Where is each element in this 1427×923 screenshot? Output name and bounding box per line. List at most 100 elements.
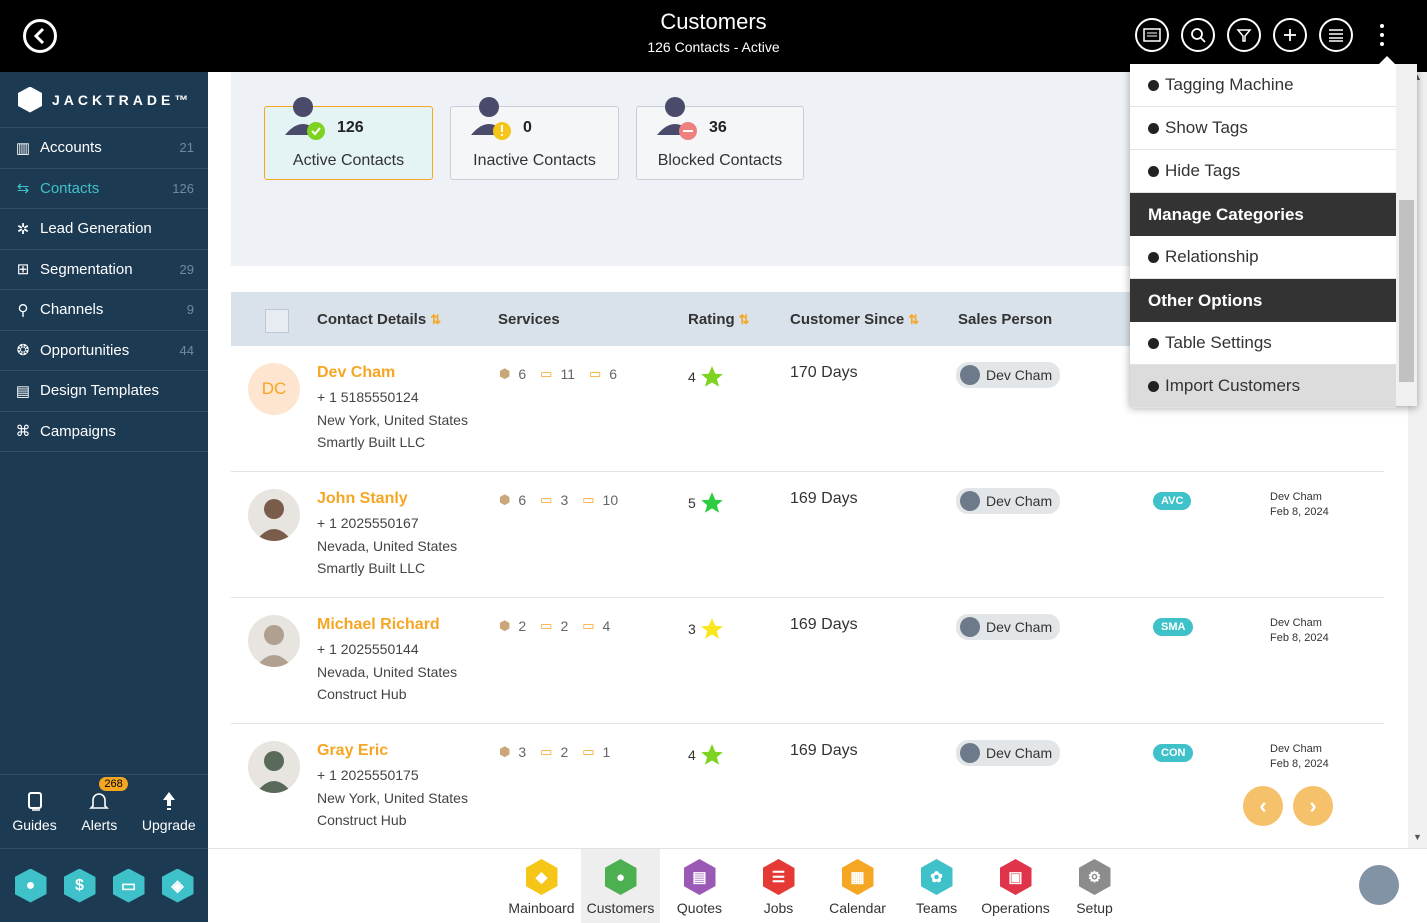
menu-item-relationship[interactable]: Relationship xyxy=(1130,236,1396,279)
menu-item-hide-tags[interactable]: Hide Tags xyxy=(1130,150,1396,193)
person-warning-icon xyxy=(471,97,511,140)
person-blocked-icon xyxy=(657,97,697,140)
setup-icon: ⚙ xyxy=(1078,859,1111,895)
bottom-nav-quotes[interactable]: ▤ Quotes xyxy=(660,849,739,923)
search-icon[interactable] xyxy=(1181,18,1215,52)
invoice-count: 4 xyxy=(602,618,611,634)
sidebar-item-lead-generation[interactable]: ✲ Lead Generation xyxy=(0,209,208,250)
active-contacts-card[interactable]: 126 Active Contacts xyxy=(264,97,433,180)
templates-icon: ▤ xyxy=(15,382,31,400)
back-button[interactable] xyxy=(23,19,57,53)
header-customer-since[interactable]: Customer Since ⇅ xyxy=(790,311,919,328)
list-icon[interactable] xyxy=(1319,18,1353,52)
menu-item-tagging-machine[interactable]: Tagging Machine xyxy=(1130,64,1396,107)
add-icon[interactable] xyxy=(1273,18,1307,52)
menu-item-label: Table Settings xyxy=(1165,333,1272,352)
dollar-icon[interactable]: $ xyxy=(63,868,96,903)
bottom-nav-teams[interactable]: ✿ Teams xyxy=(897,849,976,923)
sidebar-item-channels[interactable]: ⚲ Channels 9 xyxy=(0,290,208,331)
alerts-button[interactable]: 268 Alerts xyxy=(81,776,128,833)
menu-section-other-options: Other Options xyxy=(1130,279,1396,322)
sales-person-chip[interactable]: Dev Cham xyxy=(956,740,1061,766)
header-rating[interactable]: Rating ⇅ xyxy=(688,311,750,328)
calendar-icon: ▦ xyxy=(841,859,874,895)
contact-name[interactable]: Dev Cham xyxy=(317,364,395,382)
bottom-nav-label: Setup xyxy=(1076,900,1113,916)
contact-name[interactable]: Michael Richard xyxy=(317,616,440,634)
table-row[interactable]: Michael Richard + 1 2025550144 Nevada, U… xyxy=(231,598,1384,724)
sidebar-item-campaigns[interactable]: ⌘ Campaigns xyxy=(0,412,208,452)
tag-badge[interactable]: AVC xyxy=(1153,492,1192,510)
hand-icon[interactable]: ◈ xyxy=(161,868,194,903)
upgrade-button[interactable]: Upgrade xyxy=(142,791,196,833)
menu-item-show-tags[interactable]: Show Tags xyxy=(1130,107,1396,150)
vcard-icon[interactable] xyxy=(1135,18,1169,52)
sales-person-name: Dev Cham xyxy=(986,493,1053,509)
bottom-nav-calendar[interactable]: ▦ Calendar xyxy=(818,849,897,923)
bottom-nav-label: Customers xyxy=(586,900,655,916)
header-contact-details[interactable]: Contact Details ⇅ xyxy=(317,311,441,328)
contact-name[interactable]: John Stanly xyxy=(317,490,408,508)
sidebar-item-opportunities[interactable]: ❂ Opportunities 44 xyxy=(0,331,208,371)
tag-badge[interactable]: SMA xyxy=(1153,618,1194,636)
bottom-nav-jobs[interactable]: ☰ Jobs xyxy=(739,849,818,923)
updated-by: Dev Cham xyxy=(1270,743,1322,755)
quotes-icon: ▤ xyxy=(683,859,716,895)
table-row[interactable]: John Stanly + 1 2025550167 Nevada, Unite… xyxy=(231,472,1384,598)
bottom-nav-setup[interactable]: ⚙ Setup xyxy=(1055,849,1134,923)
select-all-checkbox[interactable] xyxy=(265,309,289,333)
menu-section-manage-categories: Manage Categories xyxy=(1130,193,1396,236)
contact-company: Construct Hub xyxy=(317,686,407,702)
sidebar-item-count: 9 xyxy=(186,302,194,318)
menu-item-import-customers[interactable]: Import Customers xyxy=(1130,365,1396,408)
menu-scrollbar[interactable] xyxy=(1396,64,1417,406)
table-row[interactable]: Gray Eric + 1 2025550175 New York, Unite… xyxy=(231,724,1384,848)
rating-value: 5 xyxy=(688,495,696,511)
menu-scroll-thumb[interactable] xyxy=(1399,200,1414,382)
contact-company: Smartly Built LLC xyxy=(317,560,426,576)
user-avatar[interactable] xyxy=(1359,865,1399,905)
person-icon[interactable]: ● xyxy=(14,868,47,903)
upgrade-arrow-icon xyxy=(162,791,175,810)
sidebar-item-segmentation[interactable]: ⊞ Segmentation 29 xyxy=(0,250,208,290)
bottom-nav-customers[interactable]: ● Customers xyxy=(581,849,660,923)
sidebar-item-contacts[interactable]: ⇆ Contacts 126 xyxy=(0,169,208,209)
blocked-contacts-card[interactable]: 36 Blocked Contacts xyxy=(636,97,804,180)
sidebar-utilities: Guides 268 Alerts Upgrade xyxy=(0,774,208,848)
customer-since: 169 Days xyxy=(790,742,858,759)
scroll-down-icon[interactable]: ▼ xyxy=(1408,832,1427,848)
guides-button[interactable]: Guides xyxy=(12,791,57,833)
contact-phone: + 1 2025550167 xyxy=(317,515,419,531)
inactive-contacts-card[interactable]: 0 Inactive Contacts xyxy=(450,97,619,180)
sales-person-name: Dev Cham xyxy=(986,745,1053,761)
sidebar-item-count: 21 xyxy=(179,140,194,156)
rating: 4 xyxy=(688,742,725,768)
more-icon[interactable] xyxy=(1365,18,1399,52)
segmentation-icon: ⊞ xyxy=(16,261,30,279)
services-summary: ⬢ 6 ▭ 11 ▭ 6 xyxy=(499,366,617,382)
filter-icon[interactable] xyxy=(1227,18,1261,52)
service-count: 6 xyxy=(518,366,527,382)
money-icon[interactable]: ▭ xyxy=(112,868,145,903)
sidebar-item-label: Segmentation xyxy=(40,260,133,278)
quote-count: 11 xyxy=(560,366,575,382)
next-page-button[interactable]: › xyxy=(1293,786,1333,826)
contact-name[interactable]: Gray Eric xyxy=(317,742,388,760)
bottom-nav-mainboard[interactable]: ◆ Mainboard xyxy=(502,849,581,923)
sidebar-item-design-templates[interactable]: ▤ Design Templates xyxy=(0,371,208,412)
service-count: 2 xyxy=(518,618,527,634)
bullet-icon xyxy=(1148,380,1159,392)
sidebar-item-label: Design Templates xyxy=(40,382,159,400)
sales-person-chip[interactable]: Dev Cham xyxy=(956,614,1061,640)
guides-label: Guides xyxy=(12,816,57,833)
sidebar-item-accounts[interactable]: ▥ Accounts 21 xyxy=(0,128,208,169)
sales-person-chip[interactable]: Dev Cham xyxy=(956,362,1061,388)
sales-person-chip[interactable]: Dev Cham xyxy=(956,488,1061,514)
tag-badge[interactable]: CON xyxy=(1153,744,1194,762)
bottom-nav-label: Quotes xyxy=(676,900,723,916)
menu-item-table-settings[interactable]: Table Settings xyxy=(1130,322,1396,365)
bottom-nav-operations[interactable]: ▣ Operations xyxy=(976,849,1055,923)
invoice-count: 6 xyxy=(609,366,618,382)
avatar: DC xyxy=(248,363,300,415)
prev-page-button[interactable]: ‹ xyxy=(1243,786,1283,826)
